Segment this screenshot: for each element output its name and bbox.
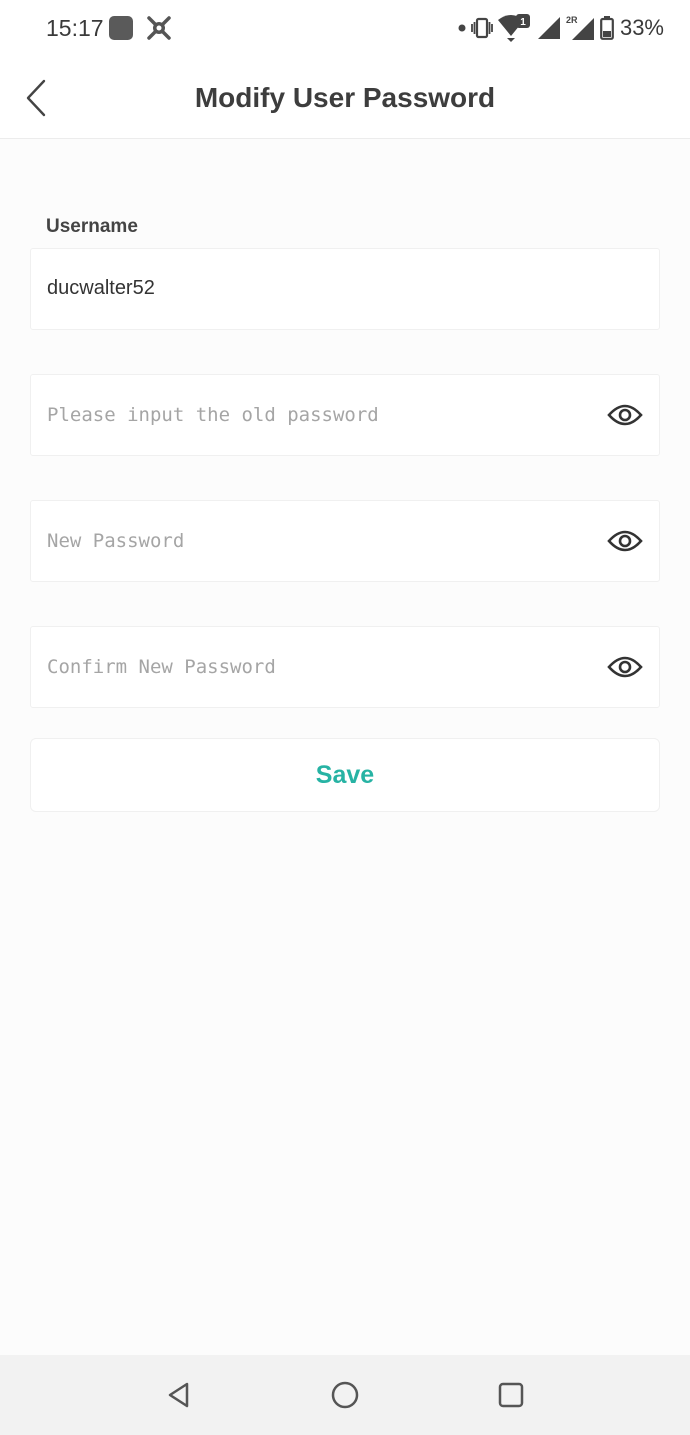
page-title: Modify User Password	[194, 82, 496, 113]
new-password-field	[30, 500, 660, 582]
app-square-icon	[109, 16, 133, 40]
old-password-input[interactable]	[47, 375, 587, 455]
username-label: Username	[46, 216, 138, 237]
confirm-password-input[interactable]	[47, 627, 587, 707]
dot-icon	[458, 24, 466, 32]
nav-home-button[interactable]	[329, 1379, 361, 1411]
battery-percentage: 33%	[619, 15, 664, 40]
confirm-password-field	[30, 626, 660, 708]
confirm-password-visibility-toggle[interactable]	[605, 651, 645, 683]
eye-icon	[607, 530, 643, 552]
header: Modify User Password	[0, 58, 690, 139]
home-circle-icon	[331, 1381, 359, 1409]
back-triangle-icon	[168, 1382, 189, 1408]
battery-icon	[600, 16, 614, 40]
sim1-badge: 1	[520, 17, 526, 28]
eye-icon	[607, 404, 643, 426]
nav-recents-button[interactable]	[495, 1379, 527, 1411]
status-icons: 1 2R 33%	[458, 14, 664, 42]
new-password-visibility-toggle[interactable]	[605, 525, 645, 557]
status-time: 15:17	[46, 15, 104, 41]
signal-2r-badge: 2R	[566, 15, 578, 25]
recents-square-icon	[498, 1382, 524, 1408]
status-bar: 15:17 1 2R 33%	[0, 0, 690, 58]
username-field: ducwalter52	[30, 248, 660, 330]
eye-icon	[607, 656, 643, 678]
old-password-field	[30, 374, 660, 456]
system-nav-bar	[0, 1355, 690, 1435]
new-password-input[interactable]	[47, 501, 587, 581]
bug-icon	[147, 16, 171, 40]
username-value: ducwalter52	[47, 277, 155, 299]
old-password-visibility-toggle[interactable]	[605, 399, 645, 431]
nav-back-button[interactable]	[163, 1379, 195, 1411]
vibrate-icon	[471, 17, 493, 39]
wifi-icon: 1	[497, 14, 530, 42]
save-button[interactable]: Save	[30, 738, 660, 812]
signal-2r-icon: 2R	[566, 15, 594, 40]
signal-icon	[537, 17, 560, 39]
